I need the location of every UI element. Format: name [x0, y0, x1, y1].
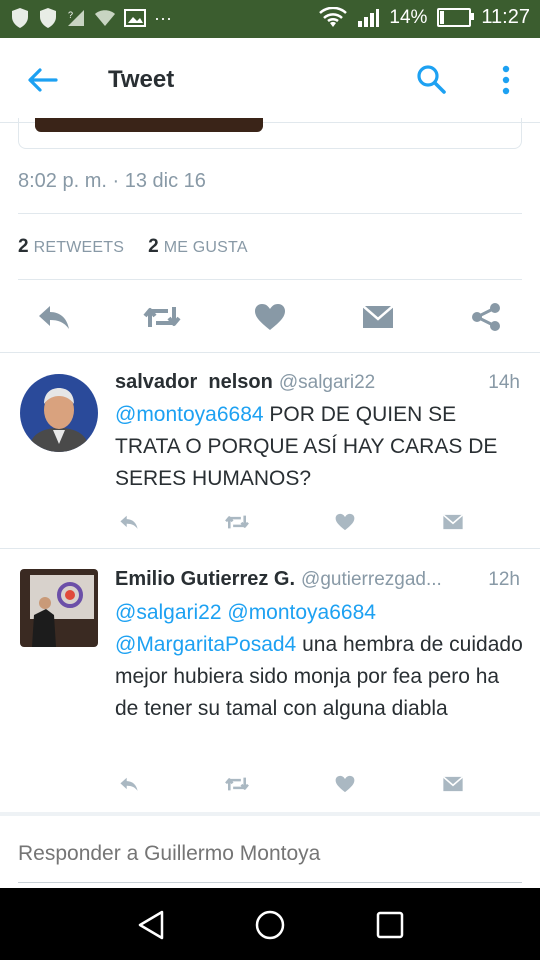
message-icon: [362, 305, 394, 328]
heart-icon: [255, 304, 285, 330]
like-button[interactable]: [331, 510, 359, 534]
reply-button[interactable]: [115, 510, 143, 534]
more-vert-icon[interactable]: [496, 64, 516, 96]
app-bar: Tweet: [0, 38, 540, 123]
page-title: Tweet: [108, 66, 175, 93]
heart-icon: [335, 775, 355, 793]
retweets-label[interactable]: RETWEETS: [34, 239, 125, 256]
tweet-actions: [115, 772, 475, 800]
author-line: Emilio Gutierrez G. @gutierrezgad...: [115, 568, 442, 591]
message-icon: [442, 776, 464, 792]
message-button[interactable]: [358, 300, 398, 334]
media-card[interactable]: [18, 118, 522, 149]
author-handle[interactable]: @gutierrezgad...: [301, 569, 442, 590]
battery-icon: [437, 8, 475, 27]
signal-icon: ?: [68, 10, 84, 26]
divider: [18, 213, 522, 214]
reply-icon: [39, 306, 69, 329]
tweet-text: @salgari22 @montoya6684 @MargaritaPosad4…: [115, 597, 525, 725]
author-handle[interactable]: @salgari22: [279, 372, 375, 393]
avatar-image: [20, 569, 98, 647]
divider: [0, 352, 540, 353]
like-button[interactable]: [250, 300, 290, 334]
reply-input[interactable]: [18, 842, 522, 866]
shield-icon: [12, 8, 28, 28]
likes-label[interactable]: ME GUSTA: [164, 239, 248, 256]
system-nav-bar: [0, 888, 540, 960]
retweet-button[interactable]: [142, 300, 182, 334]
reply-button[interactable]: [34, 300, 74, 334]
nav-home-icon[interactable]: [253, 908, 287, 942]
retweet-icon: [225, 515, 249, 529]
reply-icon: [120, 515, 138, 529]
retweet-button[interactable]: [223, 772, 251, 796]
tweet-actions: [0, 292, 540, 344]
retweets-count[interactable]: 2: [18, 236, 29, 257]
tweet-time: 12h: [488, 569, 520, 590]
tweet-text: @montoya6684 POR DE QUIEN SE TRATA O POR…: [115, 399, 525, 495]
back-arrow-icon[interactable]: [26, 66, 58, 94]
retweet-icon: [225, 777, 249, 791]
mention-link[interactable]: @montoya6684: [115, 403, 264, 426]
avatar-image: [20, 374, 98, 452]
divider: [18, 279, 522, 280]
likes-count[interactable]: 2: [148, 236, 159, 257]
input-underline: [18, 882, 522, 883]
message-icon: [442, 514, 464, 530]
wifi-icon: [319, 6, 348, 27]
nav-back-icon[interactable]: [134, 908, 168, 942]
tweet-timestamp: 8:02 p. m. · 13 dic 16: [18, 170, 206, 192]
tweet-actions: [115, 510, 475, 538]
status-notifications: ? ···: [10, 7, 172, 29]
signal-icon: [358, 8, 380, 27]
battery-percent: 14%: [389, 6, 428, 28]
status-bar: ? ··· 14% 11:27: [0, 0, 540, 38]
wifi-icon: [95, 10, 115, 26]
message-button[interactable]: [439, 510, 467, 534]
tweet-time: 14h: [488, 372, 520, 393]
like-button[interactable]: [331, 772, 359, 796]
overflow-indicator: ···: [154, 7, 172, 28]
share-icon: [472, 303, 500, 331]
share-button[interactable]: [466, 300, 506, 334]
author-name[interactable]: Emilio Gutierrez G.: [115, 568, 295, 590]
author-line: salvador nelson @salgari22: [115, 371, 375, 394]
media-image: [35, 118, 263, 132]
avatar[interactable]: [20, 374, 98, 452]
avatar[interactable]: [20, 569, 98, 647]
tweet-stats: 2 RETWEETS 2 ME GUSTA: [18, 236, 248, 258]
svg-text:?: ?: [68, 10, 73, 20]
reply-compose: [0, 812, 540, 892]
reply-icon: [120, 777, 138, 791]
author-name[interactable]: salvador nelson: [115, 371, 273, 393]
reply-button[interactable]: [115, 772, 143, 796]
shield-icon: [40, 8, 56, 28]
nav-recents-icon[interactable]: [373, 908, 407, 942]
image-icon: [124, 9, 146, 27]
search-icon[interactable]: [416, 64, 446, 94]
heart-icon: [335, 513, 355, 531]
retweet-button[interactable]: [223, 510, 251, 534]
clock: 11:27: [481, 6, 530, 28]
divider: [0, 548, 540, 549]
retweet-icon: [143, 307, 181, 327]
message-button[interactable]: [439, 772, 467, 796]
battery-level: [440, 11, 445, 24]
